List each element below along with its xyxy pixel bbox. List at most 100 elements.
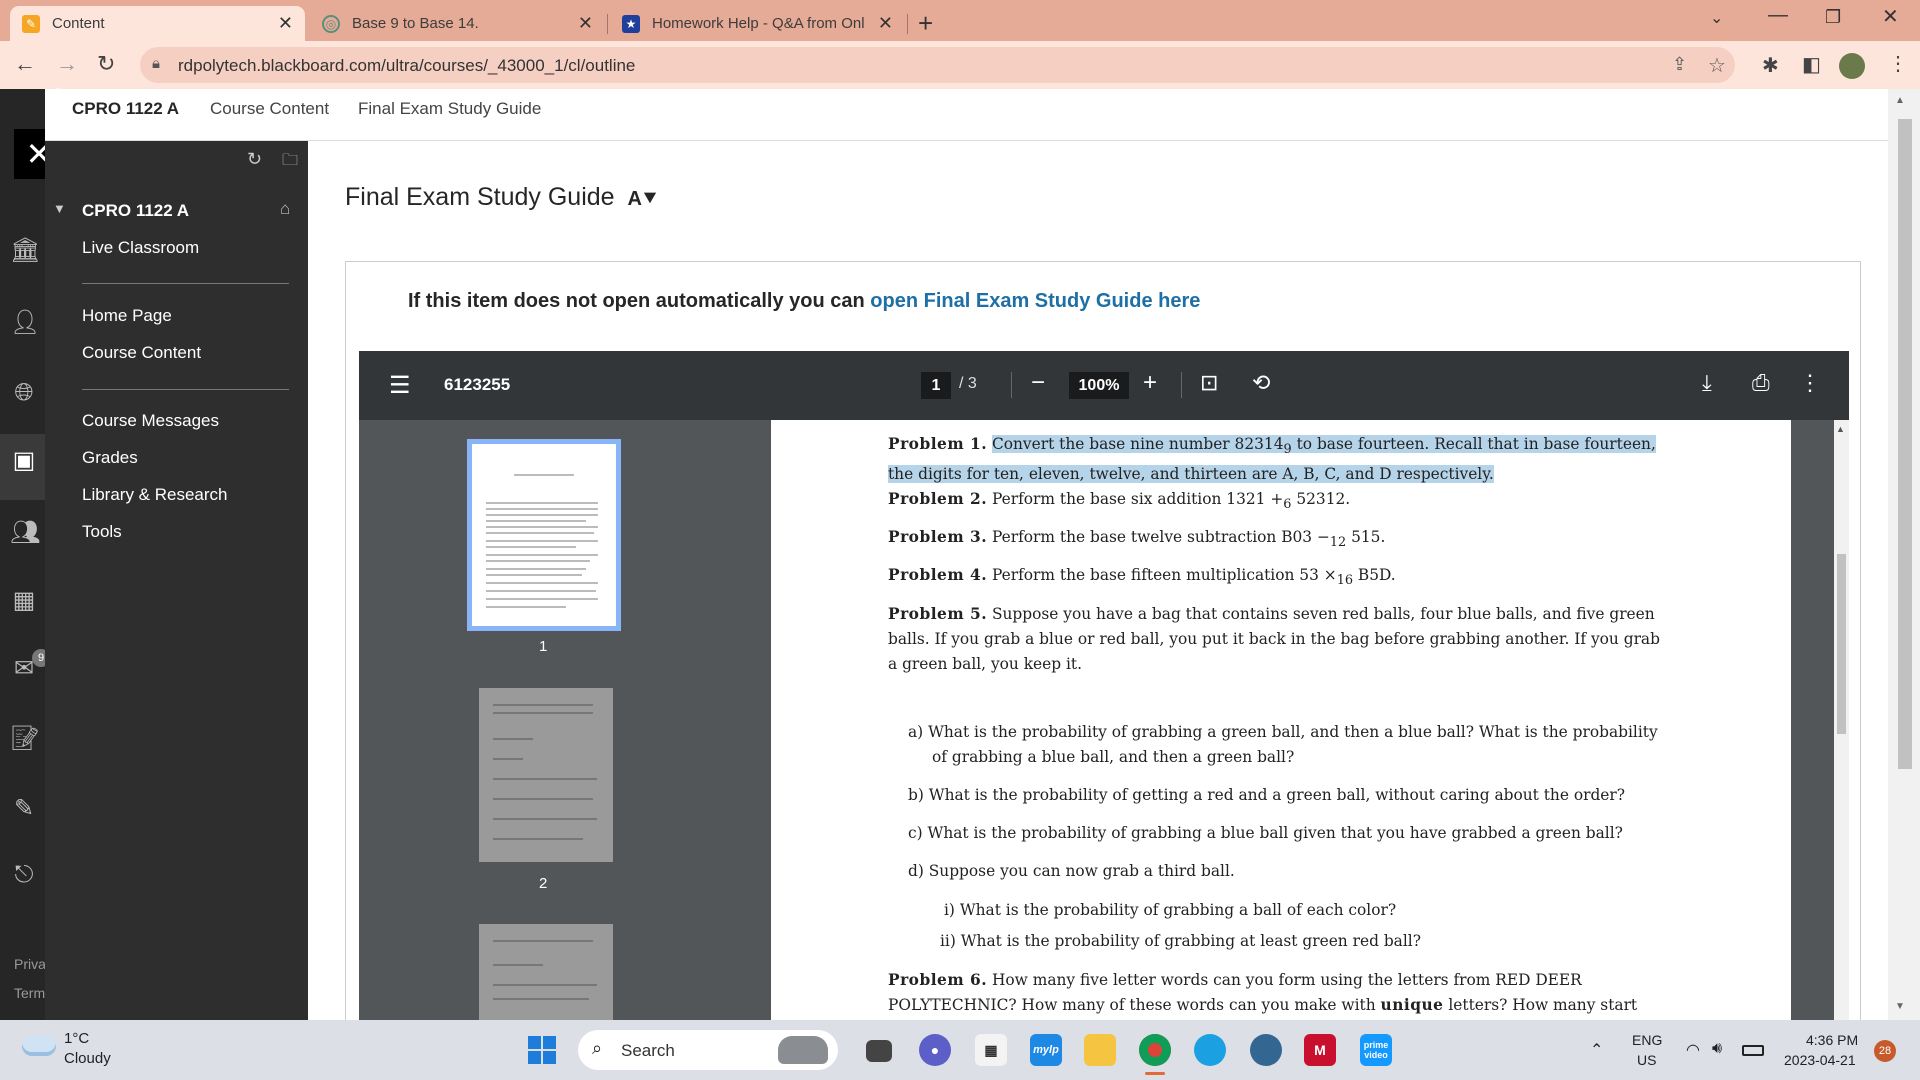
rotate-icon[interactable]: ⟲ <box>1252 370 1270 396</box>
pdf-scroll-thumb[interactable] <box>1837 554 1846 734</box>
clock-date[interactable]: 2023-04-21 <box>1784 1052 1856 1068</box>
thumbnail-page-3[interactable] <box>479 924 613 1024</box>
thumbnail-page-2[interactable] <box>479 688 613 862</box>
star-favicon-icon: ★ <box>622 14 640 33</box>
edit-link-icon[interactable]: 🔗︎ <box>48 87 63 101</box>
bookmark-star-icon[interactable]: ☆ <box>1708 53 1726 78</box>
pdf-scrollbar[interactable]: ▲ <box>1834 420 1849 1020</box>
pdf-thumbnail-sidebar[interactable]: 1 2 <box>359 420 734 1024</box>
pdf-download-icon[interactable]: ⤓ <box>1702 370 1712 396</box>
institution-icon[interactable]: 🏛︎ <box>10 237 40 265</box>
back-icon[interactable]: ← <box>14 51 36 77</box>
restore-icon[interactable]: ❐ <box>1825 7 1841 28</box>
browser-menu-icon[interactable]: ⋮ <box>1888 51 1908 76</box>
address-bar[interactable]: 🔒︎ rdpolytech.blackboard.com/ultra/cours… <box>140 47 1735 83</box>
battery-icon[interactable] <box>1742 1045 1764 1056</box>
fit-page-icon[interactable]: ⊡ <box>1200 370 1218 396</box>
reload-icon[interactable]: ↻ <box>97 51 115 77</box>
mylp-app-icon[interactable]: mylp <box>1030 1034 1062 1066</box>
breadcrumb-course-content[interactable]: Course Content <box>210 99 329 119</box>
weather-desc[interactable]: Cloudy <box>64 1050 111 1067</box>
scroll-up-icon[interactable]: ▲ <box>1895 95 1905 106</box>
menu-course-content[interactable]: Course Content <box>82 343 201 363</box>
postgresql-icon[interactable] <box>1250 1034 1282 1066</box>
side-panel-icon[interactable]: ◧ <box>1802 52 1821 77</box>
close-tab-icon[interactable]: ✕ <box>278 13 293 34</box>
profile-avatar[interactable] <box>1839 53 1865 79</box>
thumbnail-page-1[interactable] <box>467 439 621 631</box>
extensions-puzzle-icon[interactable]: ✱ <box>1762 53 1779 78</box>
calendar-icon[interactable]: ▦ <box>10 587 38 615</box>
activity-globe-icon[interactable]: 🌐︎ <box>10 379 38 407</box>
menu-live-classroom[interactable]: Live Classroom <box>82 238 199 258</box>
course-title[interactable]: CPRO 1122 A <box>72 99 179 119</box>
teams-chat-icon[interactable]: ● <box>919 1034 951 1066</box>
menu-home-page[interactable]: Home Page <box>82 306 172 326</box>
scroll-down-icon[interactable]: ▼ <box>1895 1001 1905 1012</box>
tab-homework-help[interactable]: ★ Homework Help - Q&A from Onl ✕ <box>610 6 905 41</box>
scrollbar-thumb[interactable] <box>1898 119 1912 769</box>
organizations-icon[interactable]: 👥︎ <box>10 519 40 547</box>
edge-icon[interactable] <box>1194 1034 1226 1066</box>
prime-video-icon[interactable]: prime video <box>1360 1034 1392 1066</box>
course-menu: ↻ 🗀︎ ▼ CPRO 1122 A ⌂ Live Classroom Home… <box>45 141 308 1020</box>
home-icon[interactable]: ⌂ <box>280 199 290 219</box>
close-tab-icon[interactable]: ✕ <box>878 13 893 34</box>
task-view-icon[interactable] <box>866 1040 892 1062</box>
weather-temp[interactable]: 1°C <box>64 1030 89 1047</box>
tab-content[interactable]: ✎ Content ✕ <box>10 6 305 41</box>
problem-3: Problem 3. Perform the base twelve subtr… <box>888 528 1386 551</box>
tools-edit-icon[interactable]: ✎ <box>10 795 38 823</box>
page-scrollbar[interactable]: ▲ ▼ <box>1888 89 1920 1020</box>
menu-tools[interactable]: Tools <box>82 522 122 542</box>
sign-out-icon[interactable]: ⎋ <box>10 861 38 889</box>
folder-icon[interactable]: 🗀︎ <box>282 149 298 176</box>
menu-course-messages[interactable]: Course Messages <box>82 411 219 431</box>
zoom-out-icon[interactable]: − <box>1031 369 1045 397</box>
refresh-menu-icon[interactable]: ↻ <box>247 149 262 170</box>
wifi-icon[interactable]: ◠ <box>1686 1040 1700 1060</box>
pdf-scroll-up-icon[interactable]: ▲ <box>1836 424 1845 434</box>
menu-library-research[interactable]: Library & Research <box>82 485 228 505</box>
file-explorer-icon[interactable] <box>1084 1034 1116 1066</box>
menu-grades[interactable]: Grades <box>82 448 138 468</box>
notification-badge[interactable]: 28 <box>1874 1040 1896 1062</box>
taskbar-search-box[interactable]: ⌕ Search <box>578 1030 838 1070</box>
zoom-in-icon[interactable]: + <box>1143 369 1157 397</box>
grades-icon[interactable]: 📝︎ <box>10 725 40 753</box>
clock-time[interactable]: 4:36 PM <box>1806 1032 1858 1048</box>
browser-tab-strip: ✎ Content ✕ ◎ Base 9 to Base 14. ✕ ★ Hom… <box>0 0 1920 41</box>
tab-search-chevron-icon[interactable]: ⌄ <box>1710 8 1723 28</box>
privacy-link[interactable]: Priva <box>14 956 45 972</box>
mcafee-icon[interactable]: M <box>1304 1034 1336 1066</box>
pdf-more-icon[interactable]: ⋮ <box>1799 370 1821 396</box>
collapse-caret-icon[interactable]: ▼ <box>53 201 66 216</box>
lang-secondary[interactable]: US <box>1637 1052 1656 1068</box>
pdf-zoom-input[interactable]: 100% <box>1069 372 1129 399</box>
tray-chevron-icon[interactable]: ⌃ <box>1590 1040 1603 1060</box>
pdf-print-icon[interactable]: ⎙ <box>1752 370 1770 396</box>
lang-primary[interactable]: ENG <box>1632 1032 1662 1048</box>
open-study-guide-link[interactable]: open Final Exam Study Guide here <box>870 290 1200 312</box>
new-tab-icon[interactable]: + <box>918 8 933 39</box>
minimize-icon[interactable]: — <box>1768 4 1788 27</box>
forward-icon[interactable]: → <box>56 51 78 77</box>
text-adjust-icon[interactable]: A⯆ <box>628 188 658 210</box>
courses-icon[interactable]: ▣ <box>10 447 38 475</box>
pdf-menu-icon[interactable]: ☰ <box>389 371 411 400</box>
pdf-page-input[interactable]: 1 <box>921 372 951 399</box>
pdf-viewer[interactable]: Problem 1. Convert the base nine number … <box>734 420 1849 1020</box>
microsoft-store-icon[interactable]: ▦ <box>975 1034 1007 1066</box>
close-tab-icon[interactable]: ✕ <box>578 13 593 34</box>
share-icon[interactable]: ⇪ <box>1672 54 1687 75</box>
tab-base9[interactable]: ◎ Base 9 to Base 14. ✕ <box>310 6 605 41</box>
chrome-icon[interactable] <box>1139 1034 1171 1066</box>
cloud-weather-icon[interactable] <box>22 1036 56 1056</box>
menu-course-title[interactable]: CPRO 1122 A <box>82 201 189 221</box>
profile-icon[interactable]: 👤︎ <box>10 309 40 337</box>
terms-link[interactable]: Term <box>14 985 45 1001</box>
close-window-icon[interactable]: ✕ <box>1882 4 1899 29</box>
start-windows-icon[interactable] <box>528 1036 556 1064</box>
volume-icon[interactable]: 🔊︎ <box>1712 1040 1722 1058</box>
url-text[interactable]: rdpolytech.blackboard.com/ultra/courses/… <box>178 56 635 76</box>
